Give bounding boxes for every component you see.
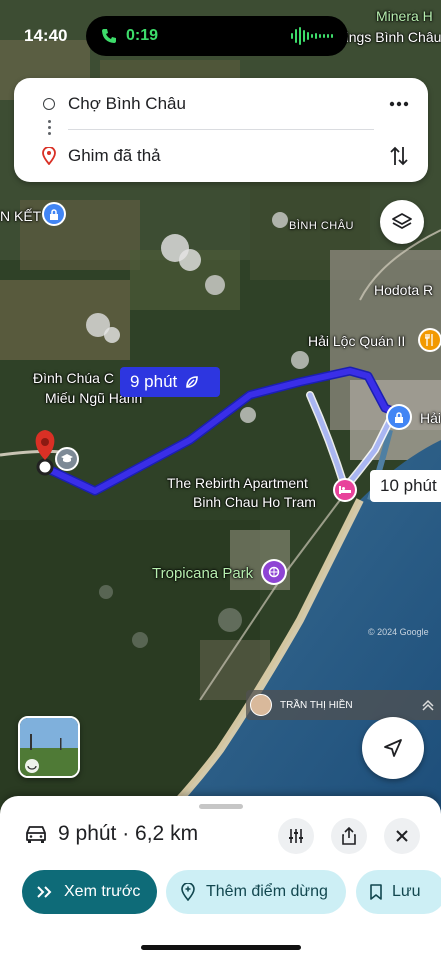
- location-pin-icon: [42, 147, 56, 165]
- bookmark-icon: [370, 884, 382, 900]
- share-button[interactable]: [331, 818, 367, 854]
- route-directions-card: Chợ Bình Châu Ghim đã thả: [14, 78, 428, 182]
- alt-route-time-label: 10 phút: [380, 476, 437, 495]
- phone-icon: [102, 29, 116, 43]
- map-layers-button[interactable]: [380, 200, 424, 244]
- primary-route-time[interactable]: 9 phút: [120, 367, 220, 397]
- add-location-icon: [181, 883, 195, 901]
- destination-row[interactable]: Ghim đã thả: [14, 136, 428, 176]
- primary-route-time-label: 9 phút: [130, 372, 178, 391]
- route-options-button[interactable]: [278, 818, 314, 854]
- map-label-rebirth[interactable]: The Rebirth Apartment: [167, 475, 308, 491]
- navigation-arrow-icon: [384, 739, 402, 757]
- status-time: 14:40: [24, 26, 68, 45]
- close-button[interactable]: [384, 818, 420, 854]
- restaurant-poi-icon[interactable]: [420, 330, 440, 350]
- add-stop-button[interactable]: Thêm điểm dừng: [166, 870, 346, 914]
- map-label-tropicana[interactable]: Tropicana Park: [152, 565, 253, 582]
- street-view-thumbnail[interactable]: [18, 716, 80, 778]
- car-icon: [26, 826, 46, 843]
- layers-icon: [392, 213, 412, 229]
- more-options-button[interactable]: [384, 89, 414, 119]
- route-summary-text: 9 phút · 6,2 km: [58, 822, 199, 845]
- origin-field[interactable]: Chợ Bình Châu: [68, 94, 186, 114]
- origin-row[interactable]: Chợ Bình Châu: [14, 84, 428, 124]
- preview-button-label: Xem trước: [64, 883, 141, 900]
- add-stop-button-label: Thêm điểm dừng: [206, 883, 328, 900]
- preview-button[interactable]: Xem trước: [22, 870, 157, 914]
- alt-route-time[interactable]: 10 phút: [370, 470, 441, 502]
- double-chevron-right-icon: [37, 886, 52, 898]
- hotel-poi-icon[interactable]: [335, 480, 355, 500]
- sheet-drag-handle[interactable]: [199, 804, 243, 809]
- save-button[interactable]: Lưu: [356, 870, 441, 914]
- map-label-binh-chau: BÌNH CHÂU: [289, 220, 355, 232]
- map-label-hot-springs[interactable]: rings Bình Châu: [341, 29, 441, 45]
- map-label-dinh-chua[interactable]: Đình Chúa C: [33, 370, 114, 386]
- destination-field[interactable]: Ghim đã thả: [68, 146, 161, 166]
- my-location-button[interactable]: [362, 717, 424, 779]
- map-label-ket[interactable]: N KẾT: [0, 208, 41, 224]
- map-label-hai[interactable]: Hải: [420, 410, 441, 426]
- contributor-name: TRẦN THỊ HIỀN: [280, 699, 353, 711]
- origin-circle-icon: [43, 98, 55, 110]
- photo-contributor[interactable]: TRẦN THỊ HIỀN: [246, 690, 441, 720]
- home-indicator[interactable]: [141, 945, 301, 950]
- lock-poi-icon[interactable]: [388, 406, 410, 428]
- call-duration: 0:19: [126, 27, 159, 44]
- amusement-park-poi-icon[interactable]: [263, 561, 285, 583]
- map-label-hai-loc[interactable]: Hải Lộc Quán II: [308, 333, 405, 349]
- save-button-label: Lưu: [392, 883, 421, 900]
- field-divider: [68, 129, 374, 130]
- eco-leaf-icon: [186, 376, 199, 388]
- chevron-up-icon: [422, 699, 434, 711]
- school-poi-icon[interactable]: [57, 449, 77, 469]
- map-watermark: © 2024 Google: [368, 627, 429, 637]
- map-label-rebirth-sub[interactable]: Binh Chau Ho Tram: [193, 494, 316, 510]
- contributor-avatar: [250, 694, 272, 716]
- map-label-hodota[interactable]: Hodota R: [374, 282, 433, 298]
- audio-waveform-icon: [291, 27, 333, 45]
- tune-icon: [289, 829, 303, 843]
- swap-vertical-icon: [390, 146, 408, 166]
- lock-poi-icon[interactable]: [44, 204, 64, 224]
- close-icon: [396, 830, 408, 842]
- map-label-minera[interactable]: Minera H: [376, 8, 433, 24]
- swap-direction-button[interactable]: [386, 143, 412, 169]
- more-horizontal-icon: [389, 101, 409, 107]
- active-call-indicator[interactable]: 0:19: [86, 16, 348, 56]
- share-icon: [342, 827, 356, 845]
